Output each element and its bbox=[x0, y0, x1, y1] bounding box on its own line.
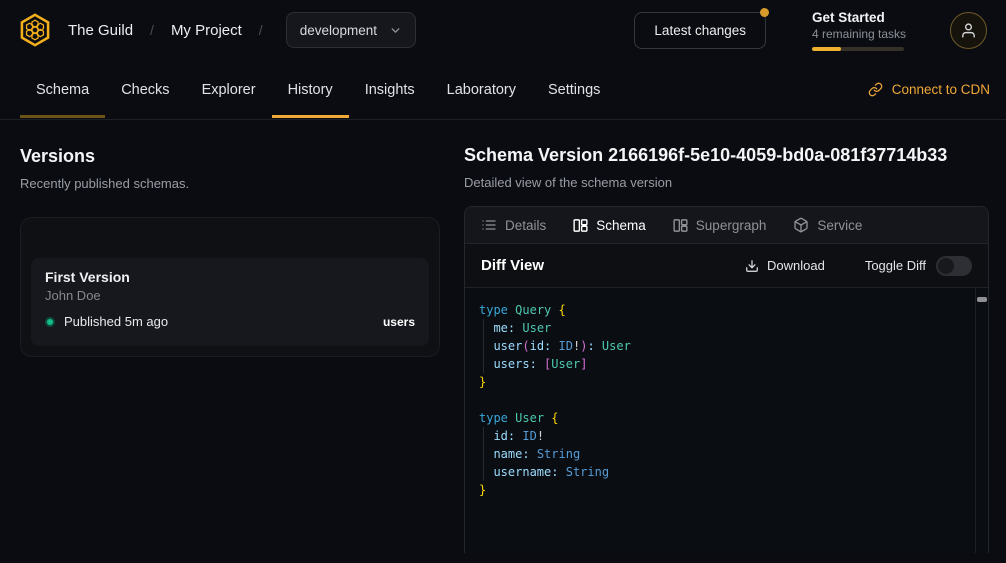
nav-tab-label: Checks bbox=[121, 82, 169, 98]
nav-tab-underline bbox=[20, 115, 105, 118]
nav-tab-label: Insights bbox=[365, 82, 415, 98]
header-actions: Latest changes Get Started 4 remaining t… bbox=[634, 10, 987, 51]
detail-tab-supergraph[interactable]: Supergraph bbox=[673, 218, 767, 233]
download-icon bbox=[745, 259, 759, 273]
breadcrumb-separator: / bbox=[259, 22, 263, 38]
toggle-knob bbox=[938, 258, 954, 274]
nav-tab-label: Schema bbox=[36, 82, 89, 98]
code-line: username: String bbox=[479, 463, 964, 481]
detail-tab-schema[interactable]: Schema bbox=[573, 218, 646, 233]
diff-view-title: Diff View bbox=[481, 257, 544, 274]
code-scrollbar bbox=[975, 288, 988, 553]
versions-list: First Version John Doe Published 5m ago … bbox=[20, 217, 440, 357]
code-line: } bbox=[479, 481, 964, 499]
link-icon bbox=[868, 82, 883, 97]
detail-tab-label: Details bbox=[505, 218, 546, 233]
code-line: user(id: ID!): User bbox=[479, 337, 964, 355]
code-line: id: ID! bbox=[479, 427, 964, 445]
nav-tab-explorer[interactable]: Explorer bbox=[186, 60, 272, 119]
main-nav: Schema Checks Explorer History Insights Labor… bbox=[0, 60, 1006, 120]
get-started-widget[interactable]: Get Started 4 remaining tasks bbox=[812, 10, 904, 51]
target-selector-value: development bbox=[300, 23, 377, 38]
nav-tab-underline bbox=[431, 115, 532, 118]
nav-tab-insights[interactable]: Insights bbox=[349, 60, 431, 119]
version-list-item[interactable]: First Version John Doe Published 5m ago … bbox=[31, 258, 429, 346]
nav-tab-underline bbox=[105, 115, 185, 118]
versions-panel: Versions Recently published schemas. Fir… bbox=[20, 146, 440, 357]
published-status-icon bbox=[45, 317, 55, 327]
nav-tab-label: Explorer bbox=[202, 82, 256, 98]
nav-tab-underline bbox=[186, 115, 272, 118]
version-detail-title: Schema Version 2166196f-5e10-4059-bd0a-0… bbox=[464, 145, 989, 166]
version-status-row: Published 5m ago users bbox=[45, 314, 415, 329]
nav-tab-underline bbox=[349, 115, 431, 118]
cube-icon bbox=[793, 217, 809, 233]
download-label: Download bbox=[767, 258, 825, 273]
detail-tab-label: Supergraph bbox=[696, 218, 767, 233]
code-line: me: User bbox=[479, 319, 964, 337]
nav-tab-checks[interactable]: Checks bbox=[105, 60, 185, 119]
detail-tab-details[interactable]: Details bbox=[481, 217, 546, 233]
get-started-progress-bar bbox=[812, 47, 904, 51]
nav-tab-underline bbox=[272, 115, 349, 118]
detail-tab-service[interactable]: Service bbox=[793, 217, 862, 233]
nav-tab-laboratory[interactable]: Laboratory bbox=[431, 60, 532, 119]
get-started-progress-fill bbox=[812, 47, 841, 51]
nav-tabs: Schema Checks Explorer History Insights Labor… bbox=[20, 60, 616, 119]
notification-dot bbox=[760, 8, 769, 17]
top-header: The Guild / My Project / development Lat… bbox=[0, 0, 1006, 60]
nav-tab-label: Laboratory bbox=[447, 82, 516, 98]
versions-title: Versions bbox=[20, 146, 440, 167]
connect-to-cdn-button[interactable]: Connect to CDN bbox=[868, 60, 990, 119]
list-icon bbox=[481, 217, 497, 233]
connect-to-cdn-label: Connect to CDN bbox=[892, 82, 990, 97]
version-author: John Doe bbox=[45, 288, 415, 303]
nav-tab-label: History bbox=[288, 82, 333, 98]
version-status-text: Published 5m ago bbox=[64, 314, 168, 329]
schema-code-block: type Query { me: User user(id: ID!): Use… bbox=[465, 287, 988, 553]
code-lines: type Query { me: User user(id: ID!): Use… bbox=[479, 301, 964, 499]
nav-tab-underline bbox=[532, 115, 616, 118]
code-line: type Query { bbox=[479, 301, 964, 319]
breadcrumb-separator: / bbox=[150, 22, 154, 38]
code-line: name: String bbox=[479, 445, 964, 463]
user-avatar[interactable] bbox=[950, 12, 987, 49]
nav-tab-settings[interactable]: Settings bbox=[532, 60, 616, 119]
latest-changes-button[interactable]: Latest changes bbox=[634, 12, 766, 49]
person-icon bbox=[960, 22, 977, 39]
chevron-down-icon bbox=[389, 24, 402, 37]
nav-tab-schema[interactable]: Schema bbox=[20, 60, 105, 119]
nav-tab-label: Settings bbox=[548, 82, 600, 98]
target-selector-dropdown[interactable]: development bbox=[286, 12, 416, 48]
service-badge: users bbox=[383, 315, 415, 329]
code-scrollbar-thumb[interactable] bbox=[977, 297, 987, 302]
hive-logo-icon[interactable] bbox=[16, 11, 54, 49]
get-started-subtitle: 4 remaining tasks bbox=[812, 27, 904, 41]
code-line: type User { bbox=[479, 409, 964, 427]
download-button[interactable]: Download bbox=[745, 258, 825, 273]
diff-toolbar: Diff View Download Toggle Diff bbox=[465, 244, 988, 287]
detail-tab-label: Service bbox=[817, 218, 862, 233]
columns-icon bbox=[573, 218, 588, 233]
version-detail-subtitle: Detailed view of the schema version bbox=[464, 175, 989, 190]
version-detail-panel: Schema Version 2166196f-5e10-4059-bd0a-0… bbox=[464, 145, 989, 553]
breadcrumb: The Guild / My Project / bbox=[68, 22, 280, 39]
get-started-title: Get Started bbox=[812, 10, 904, 25]
version-detail-card: Details Schema Supergraph Service Diff View… bbox=[464, 206, 989, 553]
latest-changes-label: Latest changes bbox=[654, 23, 746, 38]
detail-tab-label: Schema bbox=[596, 218, 646, 233]
columns-icon bbox=[673, 218, 688, 233]
breadcrumb-org[interactable]: The Guild bbox=[68, 22, 133, 39]
detail-tabs: Details Schema Supergraph Service bbox=[465, 207, 988, 244]
toggle-diff-label: Toggle Diff bbox=[865, 258, 926, 273]
code-line: users: [User] bbox=[479, 355, 964, 373]
version-name: First Version bbox=[45, 269, 415, 285]
code-line: } bbox=[479, 373, 964, 391]
toggle-diff-switch[interactable] bbox=[936, 256, 972, 276]
breadcrumb-project[interactable]: My Project bbox=[171, 22, 242, 39]
nav-tab-history[interactable]: History bbox=[272, 60, 349, 119]
code-line bbox=[479, 391, 964, 409]
versions-subtitle: Recently published schemas. bbox=[20, 176, 440, 191]
diff-actions: Download Toggle Diff bbox=[745, 256, 972, 276]
